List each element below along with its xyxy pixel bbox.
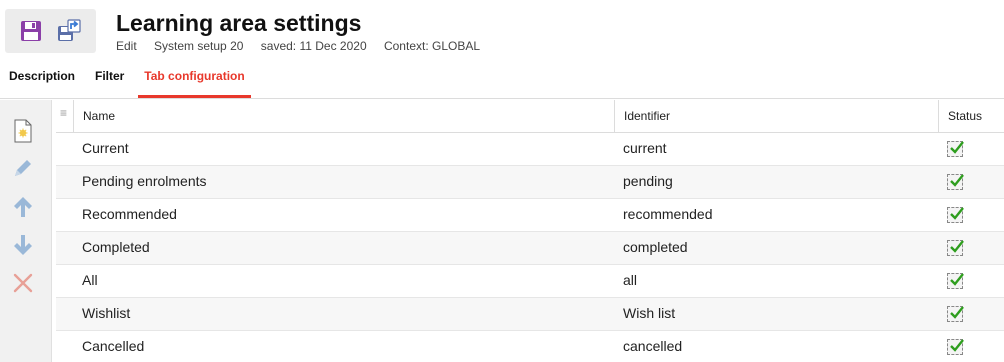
table-header: ≡ Name Identifier Status	[56, 100, 1004, 133]
identifier-cell: current	[623, 140, 667, 156]
identifier-cell: cancelled	[623, 338, 683, 354]
tab-tab-configuration[interactable]: Tab configuration	[138, 60, 251, 98]
status-checkbox[interactable]	[947, 306, 964, 322]
tab-divider	[0, 98, 1004, 99]
name-cell: Completed	[82, 239, 150, 255]
saved-label: saved: 11 Dec 2020	[260, 39, 367, 53]
status-checkbox[interactable]	[947, 339, 964, 355]
name-cell: Wishlist	[82, 305, 131, 321]
tab-description[interactable]: Description	[9, 60, 75, 98]
status-cell	[947, 331, 964, 362]
identifier-cell: Wish list	[623, 305, 676, 321]
edit-mode-label: Edit	[116, 39, 137, 53]
save-button[interactable]	[17, 17, 45, 45]
checkmark-icon	[950, 141, 964, 154]
toolbar	[5, 9, 96, 53]
status-cell	[947, 133, 964, 166]
table-row[interactable]: Cancelled cancelled	[56, 331, 1004, 362]
tab-filter[interactable]: Filter	[95, 60, 124, 98]
pencil-icon	[15, 160, 31, 176]
identifier-cell: recommended	[623, 206, 713, 222]
table-row[interactable]: Wishlist Wish list	[56, 298, 1004, 331]
tab-bar: Description Filter Tab configuration	[0, 60, 1004, 98]
table-row[interactable]: Pending enrolments pending	[56, 166, 1004, 199]
status-cell	[947, 265, 964, 298]
tab-configuration-table: ≡ Name Identifier Status Current current P…	[56, 100, 1004, 362]
column-header-name[interactable]: Name	[73, 100, 614, 133]
status-cell	[947, 199, 964, 232]
table-body: Current current Pending enrolments pending R…	[56, 133, 1004, 362]
move-up-button[interactable]	[10, 194, 36, 220]
move-down-button[interactable]	[10, 232, 36, 258]
arrow-down-icon	[14, 235, 32, 255]
status-checkbox[interactable]	[947, 174, 964, 190]
floppy-disk-icon	[21, 21, 41, 41]
checkmark-icon	[950, 339, 964, 352]
identifier-cell: pending	[623, 173, 673, 189]
checkmark-icon	[950, 240, 964, 253]
save-as-button[interactable]	[55, 17, 83, 45]
status-checkbox[interactable]	[947, 273, 964, 289]
name-cell: All	[82, 272, 98, 288]
table-row[interactable]: Current current	[56, 133, 1004, 166]
action-sidebar	[0, 100, 52, 362]
context-label: Context: GLOBAL	[383, 39, 481, 53]
identifier-cell: all	[623, 272, 638, 288]
floppy-disk-arrow-icon	[58, 19, 81, 41]
checkmark-icon	[950, 207, 964, 220]
status-checkbox[interactable]	[947, 207, 964, 223]
checkmark-icon	[950, 273, 964, 286]
table-row[interactable]: All all	[56, 265, 1004, 298]
arrow-up-icon	[14, 197, 32, 217]
name-cell: Cancelled	[82, 338, 145, 354]
name-cell: Current	[82, 140, 129, 156]
column-header-status[interactable]: Status	[938, 100, 1004, 133]
edit-button[interactable]	[10, 155, 36, 181]
status-cell	[947, 166, 964, 199]
cross-icon	[13, 273, 33, 293]
name-cell: Recommended	[82, 206, 177, 222]
column-header-identifier[interactable]: Identifier	[614, 100, 938, 133]
status-cell	[947, 232, 964, 265]
checkmark-icon	[950, 174, 964, 187]
record-meta: Edit System setup 20 saved: 11 Dec 2020 …	[116, 39, 494, 53]
table-row[interactable]: Recommended recommended	[56, 199, 1004, 232]
identifier-cell: completed	[623, 239, 688, 255]
table-row[interactable]: Completed completed	[56, 232, 1004, 265]
status-checkbox[interactable]	[947, 240, 964, 256]
page-title: Learning area settings	[116, 10, 362, 36]
name-cell: Pending enrolments	[82, 173, 207, 189]
new-tab-button[interactable]	[10, 118, 36, 144]
delete-button[interactable]	[10, 270, 36, 296]
new-document-icon	[14, 119, 32, 143]
checkmark-icon	[950, 306, 964, 319]
status-checkbox[interactable]	[947, 141, 964, 157]
column-menu-icon[interactable]: ≡	[56, 100, 73, 133]
setup-label: System setup 20	[154, 39, 244, 53]
status-cell	[947, 298, 964, 331]
